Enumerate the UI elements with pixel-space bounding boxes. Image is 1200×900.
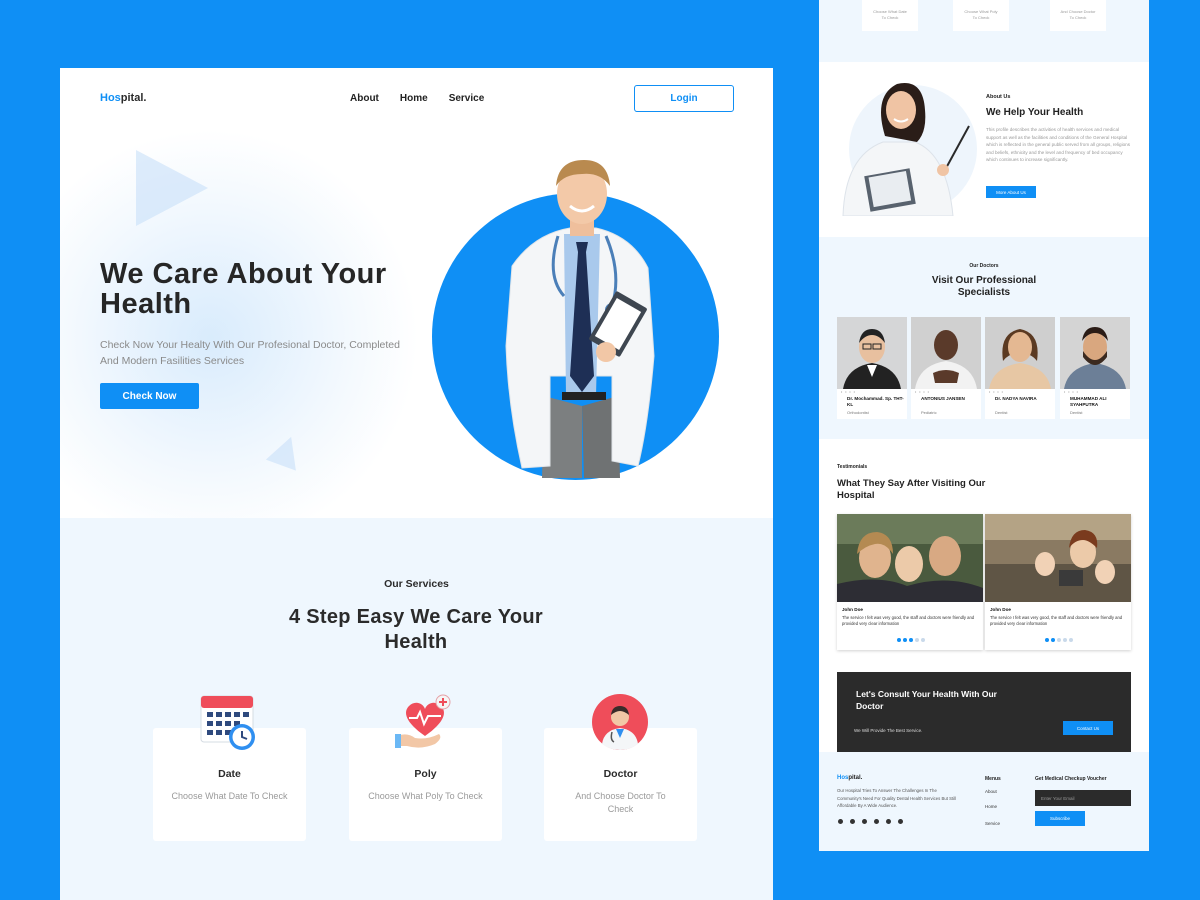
doctor-name: ANTONIUS JANSEN	[921, 396, 965, 401]
footer-link-about[interactable]: About	[985, 789, 997, 794]
footer-link-service[interactable]: Service	[985, 821, 1000, 826]
services-title: 4 Step Easy We Care Your Health	[289, 606, 543, 653]
footer-description: Our Hospital Tries To Answer The Challen…	[837, 788, 957, 809]
instagram-icon[interactable]	[886, 819, 891, 824]
heart-hand-icon	[395, 694, 451, 748]
service-card-text: Choose What Poly To Check	[368, 791, 483, 801]
female-doctor-photo	[842, 83, 970, 216]
doctor-role: Orthodontist	[847, 410, 869, 415]
social-icons: • • • •	[1064, 390, 1079, 394]
nav-link-service[interactable]: Service	[449, 93, 485, 104]
check-now-button[interactable]: Check Now	[100, 383, 199, 409]
contact-us-button[interactable]: Contact Us	[1063, 721, 1113, 735]
doctor-card[interactable]: • • • • MUHAMMAD ALI SYAHPUTRA Dentist	[1060, 317, 1130, 419]
doctor-role: Dentist	[1070, 410, 1083, 415]
footer-link-home[interactable]: Home	[985, 804, 997, 809]
footer: Hospital. Our Hospital Tries To Answer T…	[819, 752, 1149, 851]
hero-subtitle: Check Now Your Healty With Our Profesion…	[100, 339, 400, 367]
subscribe-button[interactable]: Subscribe	[1035, 811, 1085, 826]
testimonials-kicker: Testimonials	[837, 464, 868, 470]
footer-logo[interactable]: Hospital.	[837, 775, 862, 781]
testimonial-author: John Doe	[842, 607, 863, 612]
linkedin-icon[interactable]	[862, 819, 867, 824]
calendar-clock-icon	[200, 695, 255, 750]
doctor-photo	[1060, 317, 1130, 389]
hero-title: We Care About Your Health	[100, 258, 387, 320]
doctor-role: Dentist	[995, 410, 1008, 415]
testimonial-photo	[837, 514, 983, 602]
rating-dots	[897, 638, 925, 642]
logo[interactable]: Hospital.	[100, 92, 146, 104]
service-card-text: And Choose Doctor To Check	[575, 791, 666, 814]
about-text: This profile describes the activities of…	[986, 127, 1131, 163]
cta-title: Let's Consult Your Health With Our Docto…	[856, 689, 997, 711]
social-icons: • • • •	[841, 390, 856, 394]
more-about-us-button[interactable]: More About Us	[986, 186, 1036, 198]
doctor-name: Dr. Mochammad. Sp. THT-KL	[847, 396, 904, 407]
doctor-role: Pediatric	[921, 410, 937, 415]
about-kicker: About Us	[986, 94, 1011, 100]
voucher-title: Get Medical Checkup Voucher	[1035, 776, 1107, 782]
consult-cta: Let's Consult Your Health With Our Docto…	[837, 672, 1131, 752]
doctor-photo	[985, 317, 1055, 389]
about-title: We Help Your Health	[986, 107, 1084, 118]
login-button[interactable]: Login	[634, 85, 734, 112]
services-section: Our Services 4 Step Easy We Care Your He…	[60, 518, 773, 900]
mini-service-card: Choose What Date To Check	[862, 0, 918, 31]
mini-service-card: Choose What Poly To Check	[953, 0, 1009, 31]
testimonial-text: The service I felt was very good, the st…	[990, 615, 1123, 626]
service-card-text: Choose What Date To Check	[171, 791, 288, 801]
testimonials-title: What They Say After Visiting Our Hospita…	[837, 478, 986, 501]
service-card-title: Doctor	[603, 768, 638, 780]
service-card-title: Date	[218, 768, 241, 780]
nav-link-about[interactable]: About	[350, 93, 379, 104]
doctor-name: MUHAMMAD ALI SYAHPUTRA	[1070, 396, 1107, 407]
landing-page: Hospital. About Home Service Login We Ca…	[60, 68, 773, 900]
email-input[interactable]: Enter Your Email	[1035, 790, 1131, 806]
services-kicker: Our Services	[384, 578, 449, 590]
testimonial-card[interactable]: John Doe The service I felt was very goo…	[985, 514, 1131, 650]
social-icons: • • • •	[915, 390, 930, 394]
testimonial-card[interactable]: John Doe The service I felt was very goo…	[837, 514, 983, 650]
top-nav: Hospital. About Home Service Login	[60, 68, 773, 128]
specialists-section: Our Doctors Visit Our Professional Speci…	[819, 237, 1149, 439]
footer-menus-title: Menus	[985, 776, 1001, 782]
specialists-title: Visit Our Professional Specialists	[931, 275, 1037, 298]
mini-service-card: And Choose Doctor To Check	[1050, 0, 1106, 31]
doctor-card[interactable]: • • • • ANTONIUS JANSEN Pediatric	[911, 317, 981, 419]
doctor-photo	[837, 317, 907, 389]
cta-subtitle: We Will Provide The Best Service.	[854, 728, 923, 733]
doctor-card[interactable]: • • • • Dr. Mochammad. Sp. THT-KL Orthod…	[837, 317, 907, 419]
page-preview: Choose What Date To Check Choose What Po…	[819, 0, 1149, 851]
doctor-name: Dr. NADYA NAVIRA	[995, 396, 1037, 401]
decorative-triangle	[136, 150, 208, 226]
testimonial-author: John Doe	[990, 607, 1011, 612]
nav-links: About Home Service	[350, 93, 484, 104]
doctor-photo	[911, 317, 981, 389]
preview-services-strip: Choose What Date To Check Choose What Po…	[819, 0, 1149, 62]
social-icons: • • • •	[989, 390, 1004, 394]
twitter-icon[interactable]	[838, 819, 843, 824]
doctor-avatar-icon	[592, 694, 648, 750]
doctor-card[interactable]: • • • • Dr. NADYA NAVIRA Dentist	[985, 317, 1055, 419]
footer-social-icons	[838, 819, 903, 824]
doctor-illustration	[505, 160, 655, 478]
youtube-icon[interactable]	[874, 819, 879, 824]
email-icon[interactable]	[898, 819, 903, 824]
testimonial-photo	[985, 514, 1131, 602]
nav-link-home[interactable]: Home	[400, 93, 428, 104]
specialists-kicker: Our Doctors	[969, 263, 999, 269]
rating-dots	[1045, 638, 1073, 642]
service-card-title: Poly	[414, 768, 437, 780]
facebook-icon[interactable]	[850, 819, 855, 824]
testimonial-text: The service I felt was very good, the st…	[842, 615, 975, 626]
